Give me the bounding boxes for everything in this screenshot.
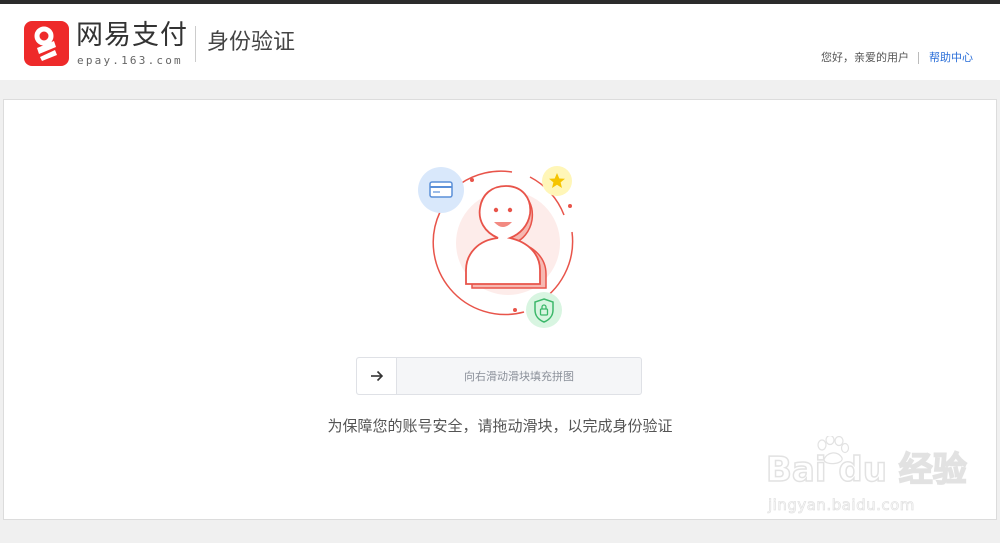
arrow-right-icon <box>371 370 384 382</box>
slide-captcha[interactable]: 向右滑动滑块填充拼图 <box>356 357 642 395</box>
watermark-brand: Bai du 经验 <box>765 449 967 491</box>
user-verification-illustration <box>418 166 574 328</box>
header-separator <box>918 52 919 64</box>
brand-name: 网易支付 <box>76 20 188 51</box>
header: 网易支付 epay.163.com 身份验证 您好，亲爱的用户 帮助中心 <box>0 4 1000 80</box>
epay-logo-icon[interactable] <box>24 21 69 66</box>
watermark-domain: jingyan.baidu.com <box>768 496 915 515</box>
slider-hint: 向右滑动滑块填充拼图 <box>464 370 574 383</box>
page-title: 身份验证 <box>207 30 296 55</box>
card-icon <box>429 181 453 198</box>
baidu-watermark: Bai du 经验 jingyan.baidu.com <box>762 432 967 522</box>
user-greeting: 您好，亲爱的用户 <box>821 51 909 64</box>
header-divider <box>195 26 196 62</box>
brand-domain: epay.163.com <box>77 54 183 67</box>
help-center-link[interactable]: 帮助中心 <box>929 50 973 66</box>
slider-handle[interactable] <box>357 358 397 394</box>
